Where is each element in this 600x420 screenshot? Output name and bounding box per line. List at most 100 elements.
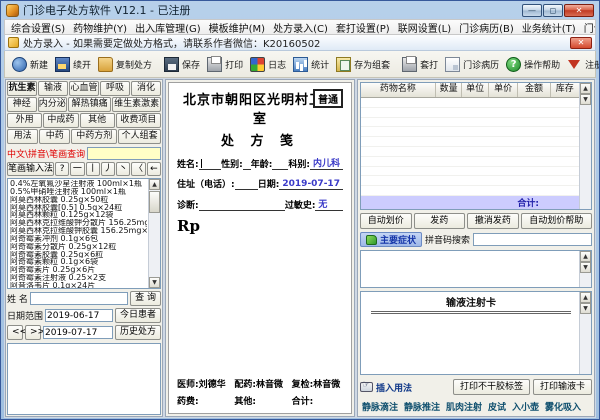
- usage-link[interactable]: 静脉推注: [404, 400, 440, 413]
- drug-list-item[interactable]: 阿奇霉素胶囊 0.25g×6粒: [10, 251, 147, 259]
- infusion-card-body[interactable]: [363, 313, 579, 372]
- print-button[interactable]: 打印: [204, 55, 246, 74]
- usage-link[interactable]: 肌肉注射: [446, 400, 482, 413]
- menu-item[interactable]: 门诊病历(B): [455, 19, 518, 35]
- stroke-key-button[interactable]: 丿: [101, 162, 115, 176]
- menu-item[interactable]: 门诊日志(Z): [580, 19, 596, 35]
- drug-list-item[interactable]: 阿莫西林胶囊 0.25g×50粒: [10, 196, 147, 204]
- drug-list-item[interactable]: 阿莫西林克拉维酸钾胶囊 156.25mg×18粒: [10, 227, 147, 235]
- prescription-body[interactable]: [177, 235, 343, 373]
- history-prescriptions-button[interactable]: 历史处方: [115, 325, 161, 340]
- drug-list-item[interactable]: 阿奇霉素片 0.25g×6片: [10, 266, 147, 274]
- date-from-input[interactable]: [45, 309, 113, 322]
- scroll-up-icon[interactable]: ▲: [580, 83, 591, 94]
- child-close-button[interactable]: ✕: [570, 37, 592, 49]
- col-unit-price[interactable]: 单价: [489, 83, 518, 97]
- field-date-value[interactable]: 2019-07-17: [279, 179, 343, 190]
- log-button[interactable]: 日志: [247, 55, 289, 74]
- category-herbs[interactable]: 中药: [39, 129, 70, 144]
- drug-search-input[interactable]: [87, 147, 161, 160]
- today-patients-button[interactable]: 今日患者: [115, 308, 161, 323]
- menu-item[interactable]: 出入库管理(G): [131, 19, 205, 35]
- infusion-scrollbar[interactable]: ▲ ▼: [579, 292, 591, 374]
- field-allergy-value[interactable]: 无: [315, 197, 343, 211]
- save-as-group-button[interactable]: 存为组套: [333, 55, 393, 74]
- minimize-button[interactable]: —: [522, 4, 542, 17]
- drug-list-item[interactable]: 阿莫西林颗粒 0.125g×12袋: [10, 211, 147, 219]
- menu-item[interactable]: 业务统计(T): [518, 19, 580, 35]
- category-external[interactable]: 外用: [7, 113, 42, 128]
- scroll-down-icon[interactable]: ▼: [580, 303, 591, 314]
- category-endocrine[interactable]: 内分泌: [38, 97, 68, 112]
- field-gender-blank[interactable]: [243, 160, 251, 170]
- drug-list-scrollbar[interactable]: ▲ ▼: [148, 179, 160, 288]
- symptoms-scrollbar[interactable]: ▲ ▼: [579, 251, 591, 287]
- category-cardio[interactable]: 心血管: [69, 81, 99, 96]
- scrollbar-thumb[interactable]: [149, 191, 160, 213]
- drug-list-item[interactable]: 阿奇霉素颗粒 0.1g×6袋: [10, 258, 147, 266]
- menu-item[interactable]: 药物维护(Y): [69, 19, 131, 35]
- category-vitamin-hormone[interactable]: 维生素激素: [112, 97, 161, 112]
- field-name-blank[interactable]: [199, 160, 221, 170]
- menu-item[interactable]: 套打设置(P): [332, 19, 394, 35]
- usage-link[interactable]: 静脉滴注: [362, 400, 398, 413]
- continue-button[interactable]: 续开: [52, 55, 94, 74]
- field-dept-value[interactable]: 内儿科: [310, 156, 343, 170]
- category-nervous[interactable]: 神经: [7, 97, 37, 112]
- stroke-key-button[interactable]: 丨: [86, 162, 100, 176]
- save-button[interactable]: 保存: [161, 55, 203, 74]
- category-digestive[interactable]: 消化: [131, 81, 161, 96]
- category-respiratory[interactable]: 呼吸: [100, 81, 130, 96]
- auto-price-help-button[interactable]: 自动划价帮助: [521, 213, 592, 229]
- scroll-up-icon[interactable]: ▲: [149, 179, 160, 190]
- print-infusion-card-button[interactable]: 打印输液卡: [533, 379, 592, 395]
- category-infusion[interactable]: 输液: [38, 81, 68, 96]
- category-antipyretic[interactable]: 解热镇痛: [68, 97, 111, 112]
- overlay-print-button[interactable]: 套打: [399, 55, 441, 74]
- menu-item[interactable]: 综合设置(S): [7, 19, 69, 35]
- usage-link[interactable]: 皮试: [488, 400, 506, 413]
- cancel-dispense-button[interactable]: 撤消发药: [467, 213, 519, 229]
- usage-link[interactable]: 雾化吸入: [545, 400, 581, 413]
- drug-list-item[interactable]: 阿莫西林胶囊[0.5] 0.5g×24粒: [10, 204, 147, 212]
- close-button[interactable]: ✕: [564, 4, 594, 17]
- patient-name-input[interactable]: [30, 292, 128, 305]
- next-page-button[interactable]: >>: [25, 325, 41, 340]
- maximize-button[interactable]: ◻: [543, 4, 563, 17]
- category-antibiotics[interactable]: 抗生素: [7, 81, 37, 96]
- insert-usage-link[interactable]: 插入用法: [376, 381, 450, 394]
- stroke-key-button[interactable]: 〈: [131, 162, 145, 176]
- dispense-button[interactable]: 发药: [414, 213, 466, 229]
- table-scrollbar[interactable]: ▲ ▼: [579, 83, 591, 209]
- category-herb-formula[interactable]: 中药方剂: [71, 129, 117, 144]
- prev-page-button[interactable]: <<: [7, 325, 23, 340]
- scroll-up-icon[interactable]: ▲: [580, 251, 591, 262]
- patient-result-list[interactable]: [7, 343, 161, 415]
- stroke-key-button[interactable]: ?: [55, 162, 69, 176]
- stroke-key-button[interactable]: ←: [147, 162, 161, 176]
- drug-list-item[interactable]: 0.5%甲硝唑注射液 100ml×1瓶: [10, 188, 147, 196]
- copy-prescription-button[interactable]: 复制处方: [95, 55, 155, 74]
- drug-list-item[interactable]: 阿奇霉素注射液 0.25×2支: [10, 274, 147, 282]
- print-sticker-button[interactable]: 打印不干胶标签: [453, 379, 530, 395]
- category-other[interactable]: 其他: [80, 113, 115, 128]
- drug-list-item[interactable]: 阿奇霉素分散片 0.25g×12粒: [10, 243, 147, 251]
- query-button[interactable]: 查 询: [130, 291, 161, 306]
- main-symptoms-tab[interactable]: 主要症状: [360, 232, 422, 247]
- drug-list-item[interactable]: 阿昔洛韦片 0.1g×24片: [10, 282, 147, 289]
- category-personal-group[interactable]: 个人组套: [118, 129, 161, 144]
- col-quantity[interactable]: 数量: [436, 83, 463, 97]
- category-patent-medicine[interactable]: 中成药: [43, 113, 78, 128]
- price-table-rows[interactable]: [361, 98, 591, 196]
- auto-price-button[interactable]: 自动划价: [360, 213, 412, 229]
- stroke-key-button[interactable]: 丶: [116, 162, 130, 176]
- pinyin-search-input[interactable]: [473, 233, 592, 246]
- field-age-blank[interactable]: [272, 160, 288, 170]
- date-to-input[interactable]: [43, 326, 113, 339]
- stroke-key-button[interactable]: 一: [70, 162, 84, 176]
- stroke-key-button[interactable]: 笔画输入法: [7, 162, 54, 176]
- scroll-down-icon[interactable]: ▼: [149, 277, 160, 288]
- col-amount[interactable]: 金额: [518, 83, 550, 97]
- drug-list-item[interactable]: 阿奇霉素冲剂 0.1g×6包: [10, 235, 147, 243]
- menu-item[interactable]: 联网设置(L): [394, 19, 455, 35]
